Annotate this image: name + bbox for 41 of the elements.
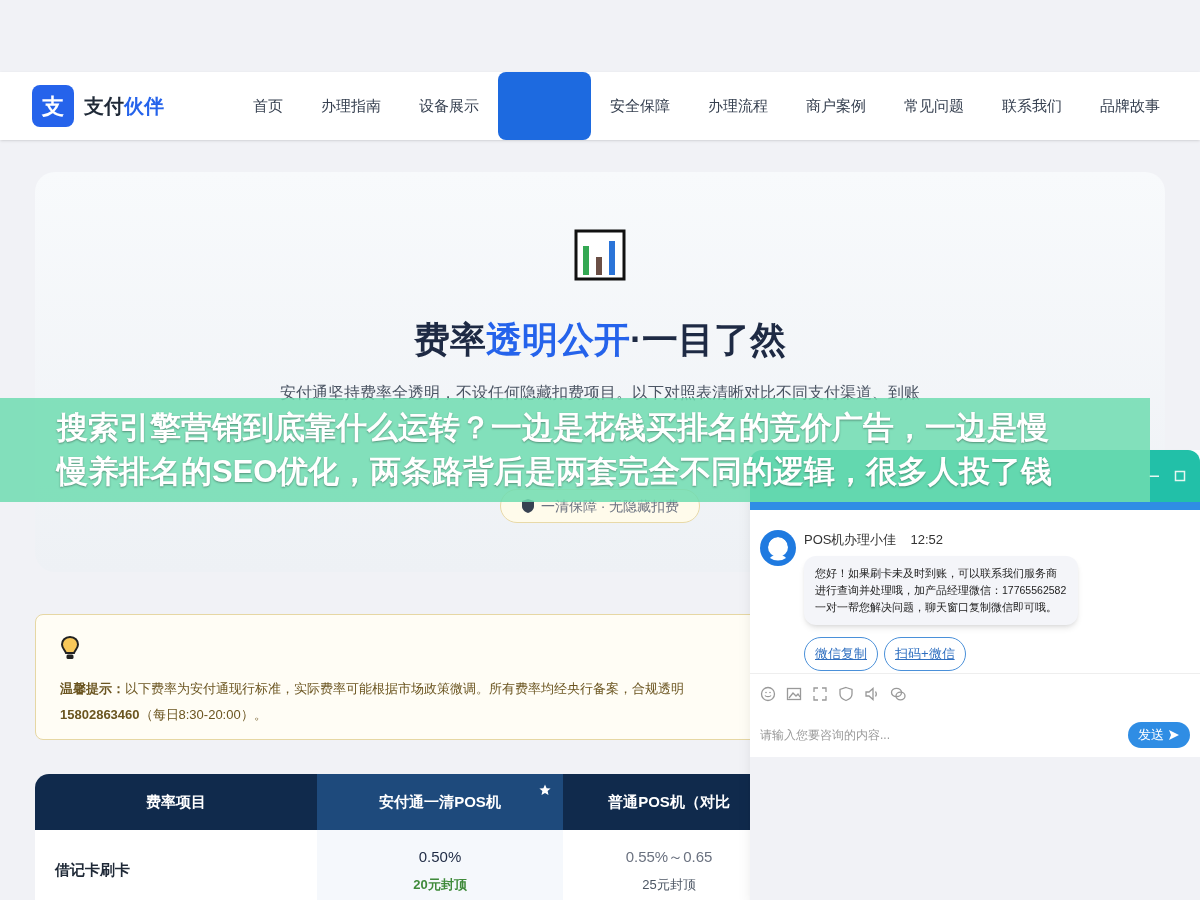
hero-description: 安付通坚持费率全透明，不设任何隐藏扣费项目。以下对照表清晰对比不同支付渠道、到账 xyxy=(280,383,920,403)
cap-note: 20元封顶 xyxy=(413,875,467,894)
brand-name[interactable]: 支付伙伴 xyxy=(84,91,164,121)
message-time: 12:52 xyxy=(910,531,943,549)
message-bubble: 您好！如果刷卡未及时到账，可以联系我们服务商进行查询并处理哦，加产品经理微信：17765562582 一对一帮您解决问题，聊天窗口复制微信即可哦。 xyxy=(804,555,1078,625)
nav-link[interactable]: 办理流程 xyxy=(689,72,787,140)
logo-icon: 支 xyxy=(32,85,74,127)
nav-link[interactable]: 设备展示 xyxy=(400,72,498,140)
nav-link[interactable]: 首页 xyxy=(234,72,302,140)
shield-icon xyxy=(838,685,854,702)
tip-text: 15802863460（每日8:30-20:00）。 xyxy=(60,705,267,724)
table-cell-text: 借记卡刷卡 xyxy=(55,859,130,880)
image-icon xyxy=(786,685,802,702)
rate-value: 0.55%～0.65 xyxy=(625,847,713,867)
emoji-icon xyxy=(760,685,776,702)
chart-icon xyxy=(574,229,626,281)
headline-text: 慢养排名的SEO优化，两条路背后是两套完全不同的逻辑，很多人投了钱 xyxy=(57,453,1054,491)
chat-bubbles-icon xyxy=(890,685,906,702)
nav-link[interactable] xyxy=(498,72,591,140)
nav-link[interactable]: 联系我们 xyxy=(983,72,1081,140)
nav-link[interactable]: 安全保障 xyxy=(591,72,689,140)
lightbulb-icon xyxy=(60,635,80,661)
hero-title: 费率透明公开·一目了然 xyxy=(414,318,786,362)
speaker-icon xyxy=(864,685,880,702)
cap-note: 25元封顶 xyxy=(642,875,696,894)
rate-value: 0.50% xyxy=(418,847,462,867)
nav-link[interactable]: 商户案例 xyxy=(787,72,885,140)
agent-name: POS机办理小佳 xyxy=(804,531,897,549)
column-header: 费率项目 xyxy=(35,774,317,830)
tip-text: 温馨提示：以下费率为安付通现行标准，实际费率可能根据市场政策微调。所有费率均经央行备案，合规透明 xyxy=(60,680,684,698)
star-icon xyxy=(539,784,551,796)
nav-link[interactable]: 常见问题 xyxy=(885,72,983,140)
message-input[interactable]: 请输入您要咨询的内容... xyxy=(760,726,1128,744)
send-icon xyxy=(1168,729,1180,741)
avatar-icon xyxy=(760,530,796,566)
column-header: 安付通一清POS机 xyxy=(317,774,563,830)
fullscreen-icon xyxy=(812,685,828,702)
headline-text: 搜索引擎营销到底靠什么运转？一边是花钱买排名的竞价广告，一边是慢 xyxy=(57,409,1050,447)
nav-link[interactable]: 办理指南 xyxy=(302,72,400,140)
maximize-icon xyxy=(1174,470,1186,482)
nav-link[interactable]: 品牌故事 xyxy=(1081,72,1179,140)
